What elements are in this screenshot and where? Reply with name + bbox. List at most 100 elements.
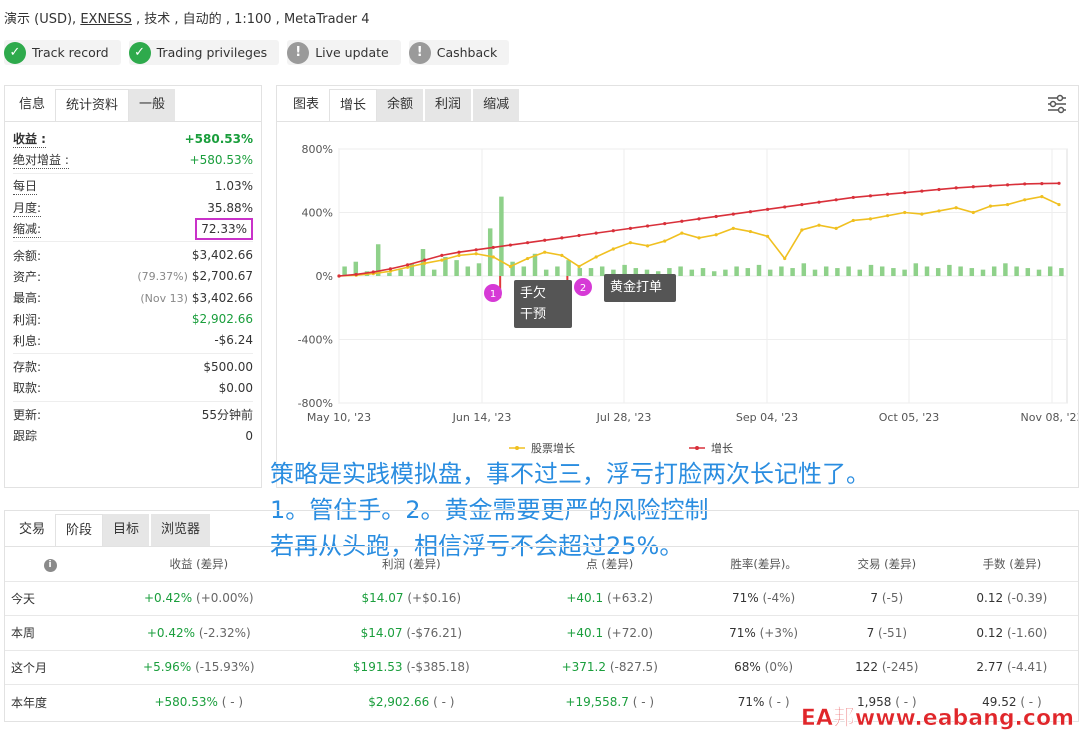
growth-bar [566,260,571,276]
series-point [920,212,924,216]
series-point [628,226,633,230]
series-point [474,252,478,256]
badge-cashback[interactable]: ! Cashback [408,40,510,65]
settings-sliders-icon[interactable] [1046,94,1068,114]
growth-bar [857,269,863,276]
series-point [388,267,393,271]
table-cell: +5.96% (-15.93%) [95,649,303,685]
x-tick-label: Jul 28, '23 [596,411,652,424]
cell-diff: (-1.60) [1006,625,1048,640]
growth-bar [846,266,851,276]
marker-label: 干预 [520,307,546,322]
growth-bar [991,266,997,276]
cell-diff: ( - ) [768,695,790,709]
table-cell: +371.2 (-827.5) [520,649,700,685]
tab-periods[interactable]: 阶段 [55,514,104,546]
stat-monthly: 月度: 35.88% [5,197,261,218]
table-cell: 2.77 (-4.41) [945,649,1078,685]
growth-bar [913,263,919,276]
tab-drawdown[interactable]: 缩减 [473,89,520,121]
cell-diff: (+3%) [759,625,799,640]
table-cell: 0.12 (-0.39) [945,580,1078,616]
stat-label: 取款: [13,381,42,396]
x-tick-label: May 10, '23 [307,411,371,424]
table-cell: 7 (-51) [827,615,946,650]
marker-label: 黄金打单 [610,279,662,295]
series-point [697,236,701,240]
series-point [765,207,770,211]
series-point [1057,181,1061,185]
stat-note: (Nov 13) [140,291,188,305]
chart-tabs: 图表 增长 余额 利润 缩减 [277,86,1078,122]
check-icon: ✓ [128,41,151,64]
period-table: i 收益 (差异) 利润 (差异) 点 (差异) 胜率(差异)。 交易 (差异)… [5,547,1078,719]
series-point [645,244,650,248]
series-point [817,200,821,204]
badge-label: Track record [32,45,109,60]
cell-diff: ( - ) [433,695,455,709]
cell-diff: (-51) [878,625,908,640]
stat-tracking: 跟踪 0 [5,425,261,446]
series-point [354,272,358,277]
series-point [1005,183,1010,187]
series-point [1005,202,1010,207]
series-point [731,212,735,216]
growth-bar [1025,268,1031,276]
growth-bar [588,268,594,276]
cell-value: $191.53 [352,660,403,675]
table-cell: +0.42% (+0.00%) [95,580,303,616]
info-icon[interactable]: i [43,558,57,572]
series-point [645,224,650,228]
tab-browser[interactable]: 浏览器 [151,514,211,546]
cell-diff: (+0.00%) [196,591,254,606]
stat-drawdown: 缩减: 72.33% [5,217,261,240]
y-tick-label: -400% [298,334,333,347]
watermark: EA邦www.eabang.com [800,706,1075,732]
tab-balance[interactable]: 余额 [377,89,424,121]
series-point [697,217,701,221]
tab-profit[interactable]: 利润 [425,89,472,121]
stat-label: 利息: [13,333,42,348]
tab-trades[interactable]: 交易 [9,514,55,546]
series-point [663,222,667,226]
stat-label: 月度: [13,200,42,217]
growth-chart[interactable]: 800% 400% 0% -400% -800%May 10, '23 Jun 14, '… [277,122,1078,488]
tab-general[interactable]: 一般 [129,89,176,121]
growth-bar [723,269,728,276]
series-point [491,255,495,259]
growth-bar [1003,263,1008,276]
tab-growth[interactable]: 增长 [329,89,378,121]
cell-diff: (-5) [881,591,904,606]
series-point [885,214,890,218]
stat-profit: 利润: $2,902.66 [5,308,261,329]
series-point [988,204,993,208]
note-line: 策略是实践模拟盘，事不过三，浮亏打脸两次长记性了。 [270,460,870,488]
growth-bar [1036,269,1042,276]
badge-track-record[interactable]: ✓ Track record [4,40,121,65]
stat-label: 利润: [13,312,42,327]
stat-value: $2,902.66 [191,312,253,327]
series-point [423,261,427,265]
table-cell: +40.1 (+72.0) [520,615,700,650]
tab-goals[interactable]: 目标 [103,514,150,546]
tab-statistics[interactable]: 统计资料 [55,89,130,121]
series-point [783,256,787,261]
verification-badges: ✓ Track record ✓ Trading privileges ! Live … [4,40,510,65]
badge-live-update[interactable]: ! Live update [287,40,401,65]
badge-trading-privileges[interactable]: ✓ Trading privileges [128,40,280,65]
tab-chart[interactable]: 图表 [283,89,329,121]
stat-value: -$6.24 [214,333,253,348]
growth-bar [935,268,941,276]
series-point [423,258,427,262]
growth-bar [499,196,504,276]
tab-info[interactable]: 信息 [9,89,55,121]
cell-value: +580.53% [154,695,218,709]
legend-dot [695,446,699,450]
table-cell: $2,902.66 ( - ) [302,684,521,719]
growth-bar [767,269,773,276]
period-name: 这个月 [5,649,95,685]
series-point [491,245,495,250]
growth-bar [543,269,549,276]
table-cell: $14.07 (+$0.16) [302,580,521,616]
broker-link[interactable]: EXNESS [80,12,132,27]
